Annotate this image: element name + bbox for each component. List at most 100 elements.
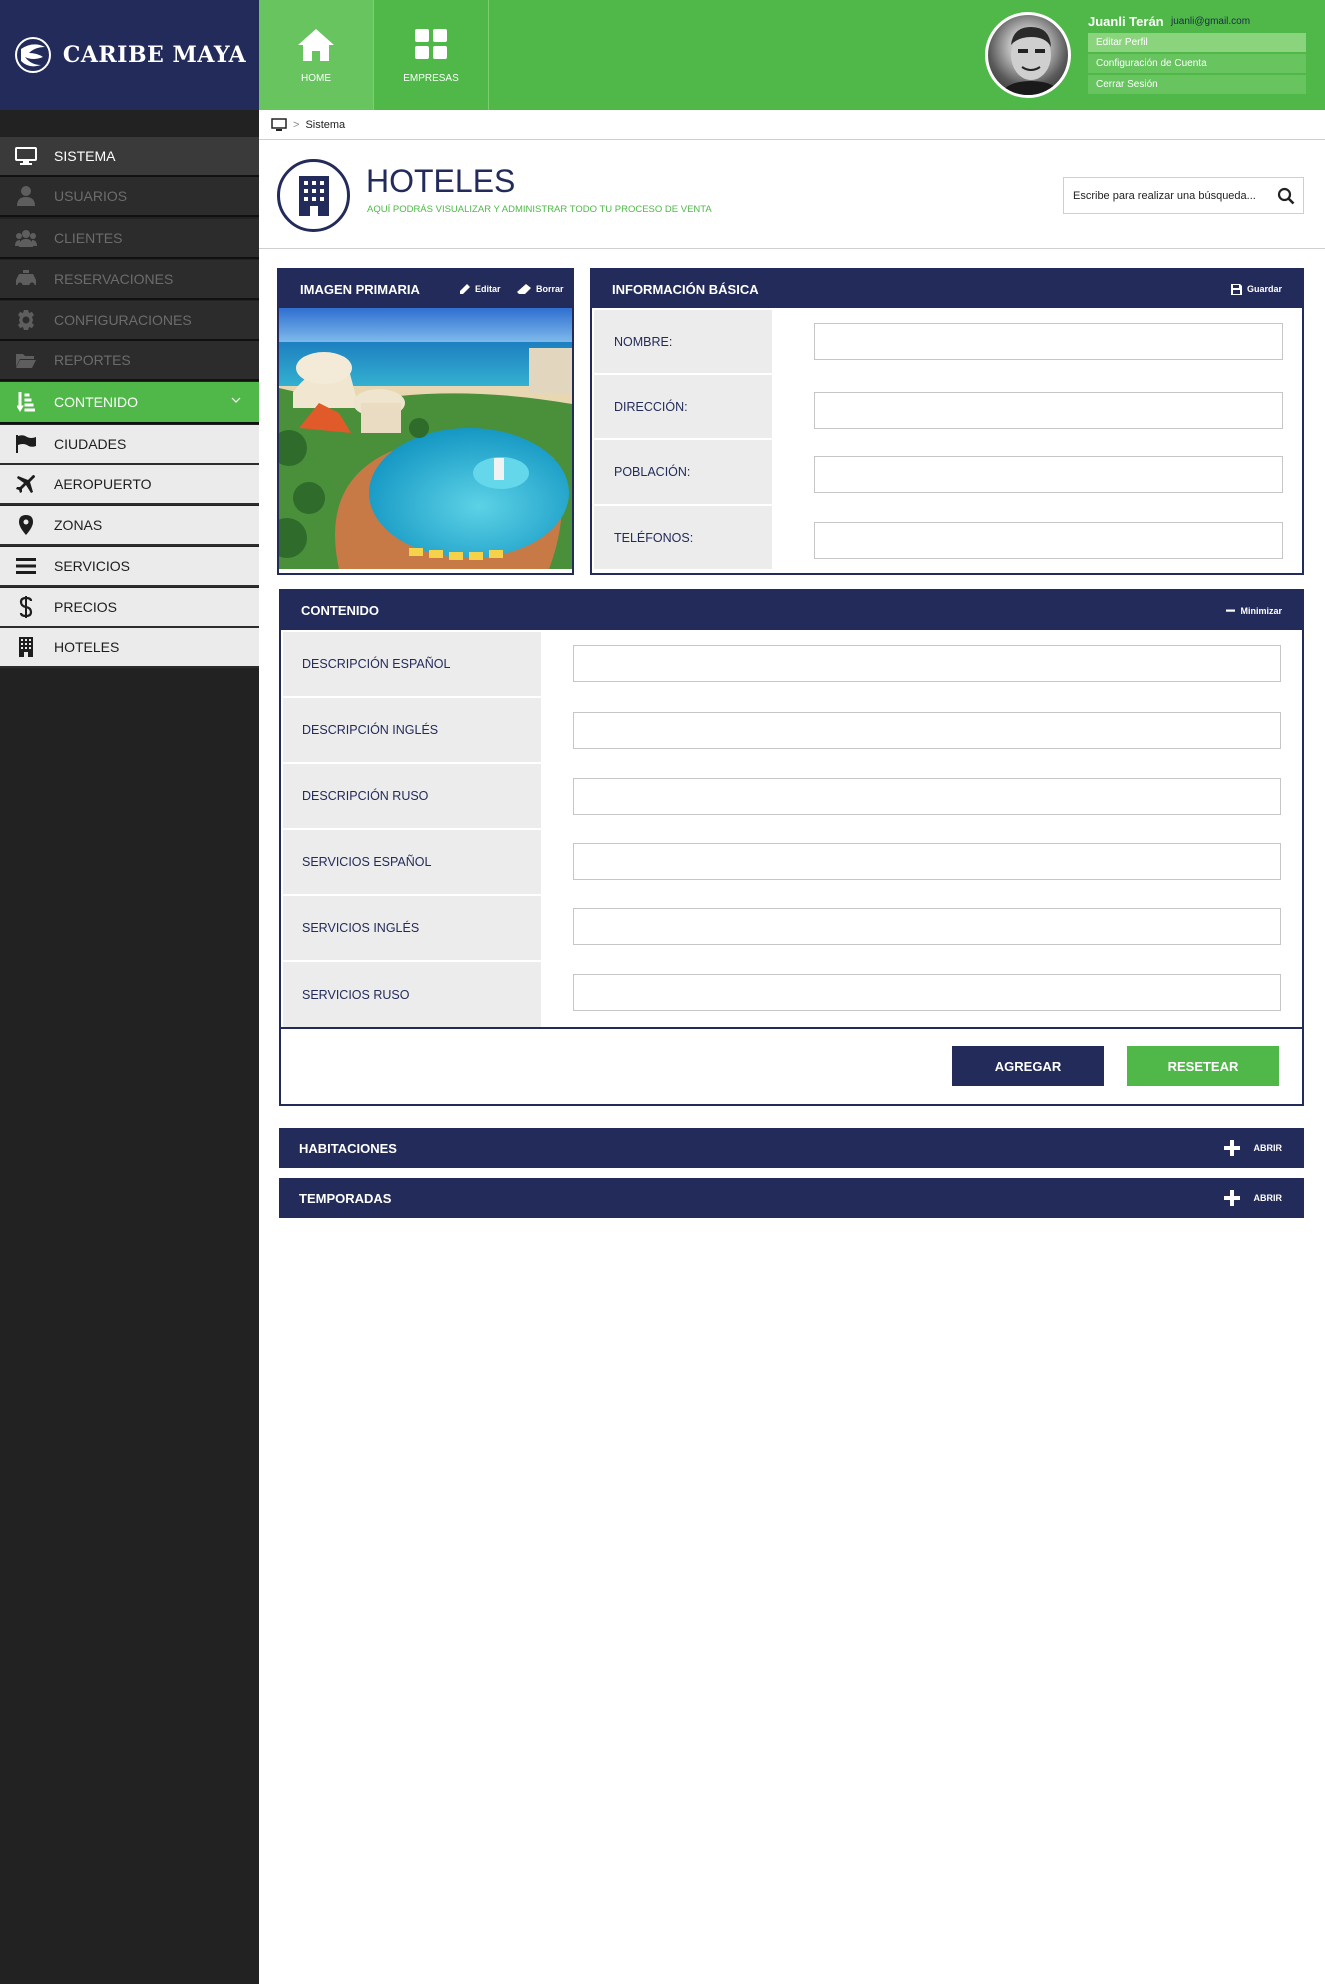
- save-button[interactable]: Guardar: [1230, 270, 1282, 308]
- sidebar-item-label: PRECIOS: [54, 599, 118, 615]
- pencil-icon: [460, 284, 470, 294]
- basic-info-header: INFORMACIÓN BÁSICA: [592, 270, 1302, 308]
- sidebar-item-label: AEROPUERTO: [54, 476, 152, 492]
- map-pin-icon: [14, 513, 38, 537]
- servicios-ruso-input[interactable]: [573, 974, 1281, 1011]
- sidebar-item-configuraciones[interactable]: CONFIGURACIONES: [0, 301, 259, 341]
- field-label-descripcion-ingles: DESCRIPCIÓN INGLÉS: [283, 698, 541, 762]
- search-box: [1063, 177, 1304, 214]
- content-header: CONTENIDO: [281, 591, 1302, 630]
- hotel-photo: [279, 308, 572, 569]
- sidebar-item-label: SISTEMA: [54, 148, 116, 164]
- minimize-button[interactable]: Minimizar: [1226, 591, 1282, 630]
- sidebar-item-clientes[interactable]: CLIENTES: [0, 219, 259, 259]
- menu-account-settings[interactable]: Configuración de Cuenta: [1088, 54, 1306, 73]
- avatar-face: [1000, 27, 1062, 95]
- gear-icon: [14, 308, 38, 332]
- sidebar-item-usuarios[interactable]: USUARIOS: [0, 177, 259, 217]
- sidebar-item-hoteles[interactable]: HOTELES: [0, 628, 259, 668]
- building-icon: [14, 635, 38, 659]
- edit-label: Editar: [475, 284, 501, 294]
- descripcion-ruso-input[interactable]: [573, 778, 1281, 815]
- plus-icon: [1223, 1190, 1240, 1206]
- sidebar: CARIBE MAYA SISTEMA USUARIOS CLIENTES RE…: [0, 0, 259, 1984]
- descripcion-ingles-input[interactable]: [573, 712, 1281, 749]
- field-label-servicios-ingles: SERVICIOS INGLÉS: [283, 896, 541, 960]
- sort-icon: [14, 390, 38, 414]
- sidebar-item-label: CONTENIDO: [54, 394, 138, 410]
- topnav-home[interactable]: HOME: [259, 0, 374, 110]
- poblacion-input[interactable]: [814, 456, 1283, 493]
- edit-button[interactable]: Editar: [460, 270, 501, 308]
- add-button[interactable]: AGREGAR: [952, 1046, 1104, 1086]
- sidebar-item-label: CIUDADES: [54, 436, 127, 452]
- sidebar-item-label: RESERVACIONES: [54, 271, 174, 287]
- servicios-espanol-input[interactable]: [573, 843, 1281, 880]
- basic-info-title: INFORMACIÓN BÁSICA: [612, 281, 759, 297]
- folder-icon: [14, 348, 38, 372]
- sidebar-item-reservaciones[interactable]: RESERVACIONES: [0, 260, 259, 300]
- basic-info-panel: INFORMACIÓN BÁSICA Guardar NOMBRE: DIREC…: [590, 268, 1304, 575]
- logo-bird-icon: [14, 37, 51, 73]
- logo[interactable]: CARIBE MAYA: [0, 0, 259, 110]
- sidebar-item-label: ZONAS: [54, 517, 103, 533]
- eraser-icon: [517, 284, 531, 294]
- breadcrumb: > Sistema: [259, 110, 1325, 140]
- habitaciones-title: HABITACIONES: [299, 1140, 397, 1156]
- sidebar-item-sistema[interactable]: SISTEMA: [0, 137, 259, 177]
- delete-label: Borrar: [536, 284, 564, 294]
- grid-icon: [415, 28, 447, 59]
- content-title: CONTENIDO: [301, 603, 379, 618]
- menu-logout[interactable]: Cerrar Sesión: [1088, 75, 1306, 94]
- reset-button[interactable]: RESETEAR: [1127, 1046, 1279, 1086]
- temporadas-section[interactable]: TEMPORADAS Abrir: [279, 1178, 1304, 1218]
- dollar-icon: [14, 595, 38, 619]
- top-bar: HOME EMPRESAS Juanli Terán juanli@gmail.…: [259, 0, 1325, 110]
- open-habitaciones-button[interactable]: Abrir: [1223, 1128, 1282, 1168]
- open-label: Abrir: [1253, 1193, 1283, 1203]
- topnav-label: HOME: [301, 72, 331, 84]
- topnav-empresas[interactable]: EMPRESAS: [374, 0, 489, 110]
- search-input[interactable]: [1064, 178, 1264, 213]
- page-title: HOTELES: [366, 163, 516, 199]
- sidebar-item-zonas[interactable]: ZONAS: [0, 506, 259, 546]
- field-label-servicios-espanol: SERVICIOS ESPAÑOL: [283, 830, 541, 894]
- habitaciones-section[interactable]: HABITACIONES Abrir: [279, 1128, 1304, 1168]
- telefonos-input[interactable]: [814, 522, 1283, 559]
- users-icon: [14, 226, 38, 250]
- sidebar-item-label: USUARIOS: [54, 188, 128, 204]
- menu-edit-profile[interactable]: Editar Perfil: [1088, 33, 1306, 52]
- delete-button[interactable]: Borrar: [517, 270, 564, 308]
- home-icon: [298, 28, 334, 61]
- descripcion-espanol-input[interactable]: [573, 645, 1281, 682]
- plus-icon: [1223, 1140, 1240, 1156]
- logo-text: CARIBE MAYA: [62, 42, 247, 68]
- flag-icon: [14, 432, 38, 456]
- minus-icon: [1226, 609, 1236, 612]
- direccion-input[interactable]: [814, 392, 1283, 429]
- nombre-input[interactable]: [814, 323, 1283, 360]
- page-icon: [277, 159, 350, 232]
- taxi-icon: [14, 267, 38, 291]
- chevron-down-icon: [231, 397, 241, 403]
- image-panel-title: IMAGEN PRIMARIA: [300, 281, 420, 297]
- hotel-image[interactable]: [279, 308, 572, 569]
- sidebar-item-aeropuerto[interactable]: AEROPUERTO: [0, 465, 259, 505]
- sidebar-item-precios[interactable]: PRECIOS: [0, 588, 259, 628]
- sidebar-item-servicios[interactable]: SERVICIOS: [0, 547, 259, 587]
- search-icon[interactable]: [1277, 187, 1295, 205]
- field-label-telefonos: TELÉFONOS:: [594, 506, 772, 569]
- sidebar-item-reportes[interactable]: REPORTES: [0, 341, 259, 381]
- building-icon: [298, 175, 329, 216]
- content-footer-divider: [281, 1027, 1302, 1029]
- sidebar-item-contenido[interactable]: CONTENIDO: [0, 382, 259, 424]
- avatar[interactable]: [985, 12, 1071, 98]
- servicios-ingles-input[interactable]: [573, 908, 1281, 945]
- user-name: Juanli Terán: [1088, 14, 1164, 29]
- sidebar-item-label: CONFIGURACIONES: [54, 312, 192, 328]
- image-panel: IMAGEN PRIMARIA Editar Borrar: [277, 268, 574, 575]
- open-temporadas-button[interactable]: Abrir: [1223, 1178, 1283, 1218]
- sidebar-item-ciudades[interactable]: CIUDADES: [0, 425, 259, 465]
- breadcrumb-item[interactable]: Sistema: [305, 119, 345, 131]
- sidebar-item-label: CLIENTES: [54, 230, 123, 246]
